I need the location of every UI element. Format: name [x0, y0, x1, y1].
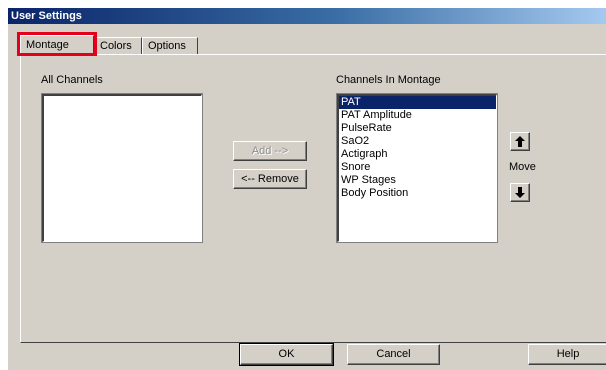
add-button[interactable]: Add -->	[233, 141, 307, 161]
remove-button[interactable]: <-- Remove	[233, 169, 307, 189]
move-down-button[interactable]	[510, 183, 530, 202]
tab-colors[interactable]: Colors	[94, 37, 142, 54]
tab-montage-label: Montage	[26, 39, 69, 51]
all-channels-label: All Channels	[41, 74, 103, 86]
arrow-down-icon	[515, 187, 525, 198]
cancel-button[interactable]: Cancel	[347, 344, 440, 365]
tab-montage[interactable]: Montage	[20, 35, 94, 55]
list-item[interactable]: WP Stages	[339, 174, 496, 187]
ok-button[interactable]: OK	[239, 343, 334, 366]
montage-panel: All Channels Add --> <-- Remove Channels…	[20, 54, 606, 343]
list-item[interactable]: PAT	[339, 96, 496, 109]
list-item[interactable]: SaO2	[339, 135, 496, 148]
help-button[interactable]: Help	[528, 344, 606, 365]
all-channels-list[interactable]	[41, 93, 203, 243]
montage-channels-list[interactable]: PAT PAT Amplitude PulseRate SaO2 Actigra…	[336, 93, 498, 243]
arrow-up-icon	[515, 136, 525, 147]
move-label: Move	[509, 161, 536, 173]
user-settings-dialog: User Settings Montage Colors Options All…	[8, 8, 606, 370]
move-up-button[interactable]	[510, 132, 530, 151]
list-item[interactable]: Body Position	[339, 187, 496, 200]
tab-options-label: Options	[148, 40, 186, 52]
tab-colors-label: Colors	[100, 40, 132, 52]
list-item[interactable]: PAT Amplitude	[339, 109, 496, 122]
list-item[interactable]: PulseRate	[339, 122, 496, 135]
list-item[interactable]: Snore	[339, 161, 496, 174]
list-item[interactable]: Actigraph	[339, 148, 496, 161]
tab-options[interactable]: Options	[142, 37, 198, 54]
all-channels-label-text: All Channels	[41, 74, 103, 86]
dialog-title: User Settings	[8, 8, 606, 24]
montage-channels-label: Channels In Montage	[336, 74, 441, 86]
